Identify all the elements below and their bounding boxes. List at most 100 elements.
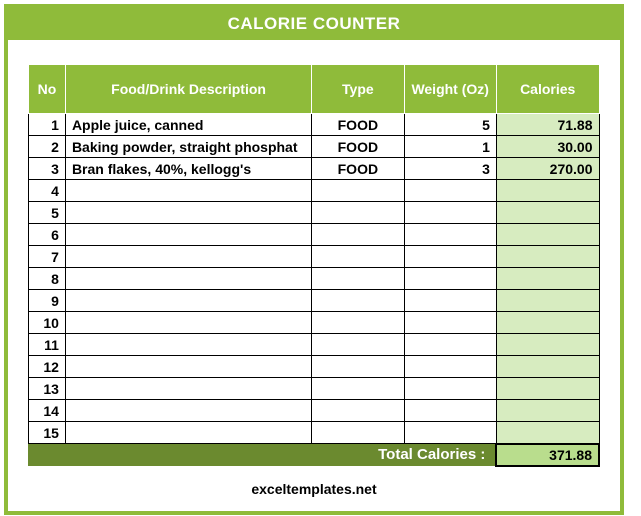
cell-desc[interactable] [65,246,311,268]
table-row: 10 [29,312,600,334]
cell-calories[interactable] [496,268,599,290]
cell-no[interactable]: 8 [29,268,66,290]
cell-weight[interactable] [404,334,496,356]
table-row: 3Bran flakes, 40%, kellogg'sFOOD3270.00 [29,158,600,180]
cell-desc[interactable] [65,334,311,356]
cell-weight[interactable] [404,224,496,246]
cell-no[interactable]: 15 [29,422,66,444]
cell-desc[interactable] [65,378,311,400]
cell-calories[interactable] [496,334,599,356]
cell-type[interactable] [312,224,404,246]
cell-desc[interactable] [65,224,311,246]
cell-calories[interactable] [496,378,599,400]
header-desc: Food/Drink Description [65,65,311,114]
table-row: 7 [29,246,600,268]
cell-no[interactable]: 10 [29,312,66,334]
cell-desc[interactable] [65,312,311,334]
table-row: 11 [29,334,600,356]
cell-weight[interactable] [404,422,496,444]
cell-type[interactable] [312,202,404,224]
cell-no[interactable]: 11 [29,334,66,356]
cell-calories[interactable] [496,202,599,224]
cell-desc[interactable] [65,268,311,290]
cell-weight[interactable] [404,290,496,312]
cell-calories[interactable]: 71.88 [496,114,599,136]
table-row: 6 [29,224,600,246]
cell-type[interactable] [312,334,404,356]
cell-weight[interactable]: 1 [404,136,496,158]
cell-desc[interactable]: Bran flakes, 40%, kellogg's [65,158,311,180]
cell-calories[interactable] [496,312,599,334]
table-row: 14 [29,400,600,422]
cell-no[interactable]: 3 [29,158,66,180]
cell-desc[interactable]: Baking powder, straight phosphat [65,136,311,158]
cell-type[interactable] [312,312,404,334]
table-row: 1Apple juice, cannedFOOD571.88 [29,114,600,136]
cell-calories[interactable] [496,180,599,202]
cell-weight[interactable] [404,400,496,422]
cell-weight[interactable] [404,312,496,334]
table-row: 5 [29,202,600,224]
table-row: 15 [29,422,600,444]
cell-calories[interactable] [496,246,599,268]
table-row: 12 [29,356,600,378]
cell-no[interactable]: 6 [29,224,66,246]
cell-no[interactable]: 9 [29,290,66,312]
table-row: 2Baking powder, straight phosphatFOOD130… [29,136,600,158]
cell-weight[interactable] [404,378,496,400]
header-weight: Weight (Oz) [404,65,496,114]
cell-calories[interactable]: 270.00 [496,158,599,180]
cell-no[interactable]: 13 [29,378,66,400]
cell-calories[interactable] [496,290,599,312]
table-row: 13 [29,378,600,400]
cell-no[interactable]: 1 [29,114,66,136]
cell-no[interactable]: 7 [29,246,66,268]
cell-no[interactable]: 4 [29,180,66,202]
header-type: Type [312,65,404,114]
cell-type[interactable] [312,356,404,378]
cell-type[interactable] [312,290,404,312]
header-no: No [29,65,66,114]
footer-link[interactable]: exceltemplates.net [8,467,620,503]
cell-calories[interactable]: 30.00 [496,136,599,158]
cell-weight[interactable] [404,356,496,378]
table-row: 8 [29,268,600,290]
cell-desc[interactable] [65,202,311,224]
header-row: No Food/Drink Description Type Weight (O… [29,65,600,114]
cell-type[interactable] [312,422,404,444]
cell-no[interactable]: 5 [29,202,66,224]
cell-type[interactable] [312,180,404,202]
cell-no[interactable]: 14 [29,400,66,422]
total-label: Total Calories : [29,444,497,466]
cell-weight[interactable] [404,180,496,202]
cell-desc[interactable] [65,422,311,444]
cell-no[interactable]: 2 [29,136,66,158]
cell-calories[interactable] [496,356,599,378]
cell-desc[interactable] [65,180,311,202]
table-row: 4 [29,180,600,202]
cell-type[interactable]: FOOD [312,136,404,158]
cell-type[interactable]: FOOD [312,114,404,136]
cell-calories[interactable] [496,400,599,422]
cell-desc[interactable] [65,400,311,422]
cell-weight[interactable] [404,202,496,224]
cell-weight[interactable]: 3 [404,158,496,180]
cell-calories[interactable] [496,422,599,444]
cell-desc[interactable]: Apple juice, canned [65,114,311,136]
cell-weight[interactable]: 5 [404,114,496,136]
cell-no[interactable]: 12 [29,356,66,378]
cell-type[interactable]: FOOD [312,158,404,180]
cell-type[interactable] [312,246,404,268]
cell-weight[interactable] [404,246,496,268]
total-value: 371.88 [496,444,599,466]
cell-type[interactable] [312,268,404,290]
cell-desc[interactable] [65,290,311,312]
calorie-counter-sheet: CALORIE COUNTER No Food/Drink Descriptio… [4,4,624,515]
cell-calories[interactable] [496,224,599,246]
cell-desc[interactable] [65,356,311,378]
cell-type[interactable] [312,378,404,400]
cell-type[interactable] [312,400,404,422]
calorie-table: No Food/Drink Description Type Weight (O… [28,64,600,467]
header-calories: Calories [496,65,599,114]
cell-weight[interactable] [404,268,496,290]
